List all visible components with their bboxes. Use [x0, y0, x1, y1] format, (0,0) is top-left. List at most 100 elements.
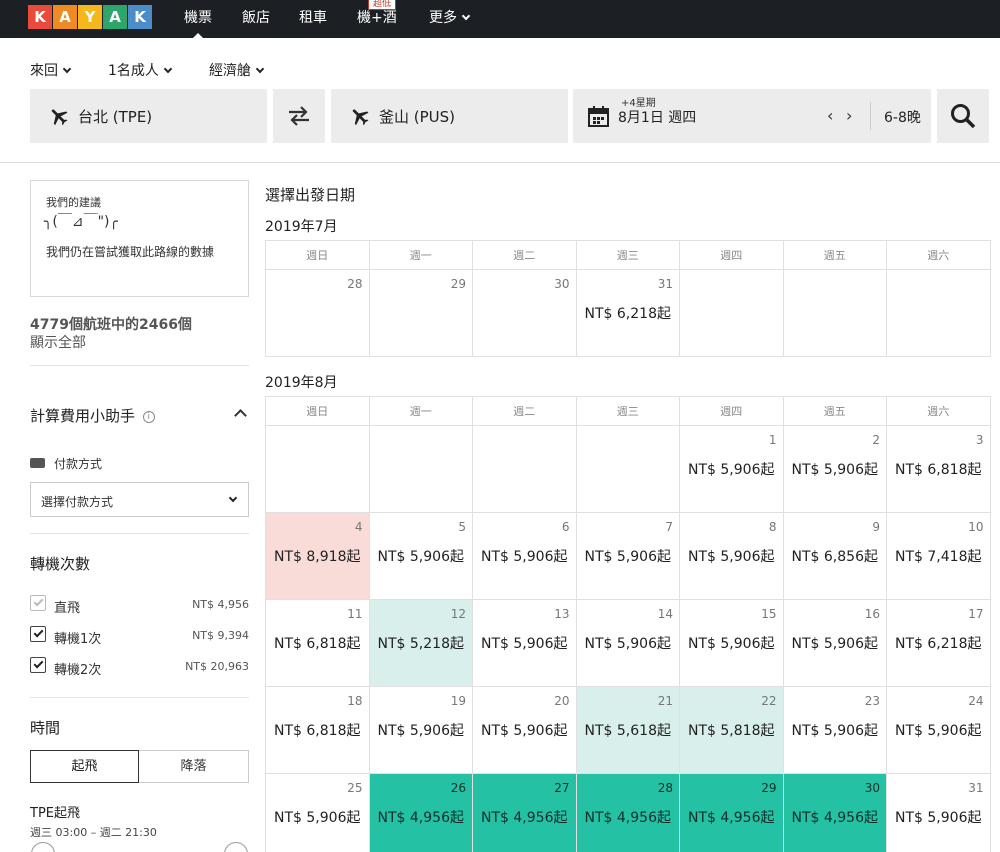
day-price: NT$ 5,906起 — [895, 723, 982, 739]
logo-letter: K — [128, 5, 152, 29]
day-price: NT$ 5,618起 — [584, 723, 671, 739]
tpe-departure-range: 週三 03:00 – 週二 21:30 — [30, 826, 157, 839]
calendar-day-cell[interactable]: 30 NT$ 4,956起 — [782, 773, 887, 852]
stop-label: 轉機2次 — [54, 663, 102, 678]
calendar-day-cell[interactable]: 19 NT$ 5,906起 — [368, 686, 473, 774]
payment-select[interactable]: 選擇付款方式 — [30, 482, 249, 517]
calendar-day-cell[interactable]: 29 — [368, 269, 473, 357]
stop-label: 直飛 — [54, 601, 81, 616]
info-icon[interactable]: i — [142, 410, 155, 423]
day-price: NT$ 6,856起 — [791, 549, 878, 565]
chevron-up-icon[interactable] — [234, 409, 247, 422]
logo-letter: A — [53, 5, 77, 29]
header-divider — [0, 162, 1000, 163]
results-count: 4779個航班中的2466個 — [30, 317, 192, 333]
trip-type-dropdown[interactable]: 來回 — [30, 60, 72, 80]
travelers-value: 1名成人 — [108, 63, 159, 79]
calendar-day-cell[interactable]: 6 NT$ 5,906起 — [472, 512, 577, 600]
day-number: 5 — [458, 520, 466, 534]
day-number: 14 — [657, 607, 673, 621]
credit-card-icon — [30, 458, 45, 468]
nav-hotels[interactable]: 飯店 — [242, 8, 270, 30]
calendar-day-cell[interactable]: 20 NT$ 5,906起 — [472, 686, 577, 774]
calendar-day-cell[interactable]: 22 NT$ 5,818起 — [679, 686, 784, 774]
calendar-day-cell[interactable]: 28 — [265, 269, 370, 357]
chevron-down-icon — [461, 11, 471, 21]
search-button[interactable] — [937, 89, 989, 143]
trip-type-value: 來回 — [30, 63, 58, 79]
stop-checkbox-2stops[interactable] — [30, 657, 46, 673]
weekday-header: 週日 — [265, 240, 370, 270]
day-number: 31 — [657, 277, 673, 291]
destination-field[interactable]: 釜山 (PUS) — [331, 89, 568, 143]
top-nav: K A Y A K 機票 飯店 租車 超低 機+酒 更多 — [0, 0, 1000, 40]
date-value: 8月1日 週四 — [618, 110, 697, 126]
calendar-day-cell[interactable]: 13 NT$ 5,906起 — [472, 599, 577, 687]
suggestion-face: ╮(￣⊿￣")╭ — [44, 214, 118, 230]
day-number: 29 — [761, 781, 777, 795]
cabin-dropdown[interactable]: 經濟艙 — [209, 60, 265, 80]
calendar-day-cell[interactable]: 12 NT$ 5,218起 — [368, 599, 473, 687]
date-field[interactable]: +4星期 8月1日 週四 ‹ › 6-8晚 — [573, 89, 931, 143]
calendar-day-cell[interactable]: 24 NT$ 5,906起 — [886, 686, 991, 774]
calendar-day-cell[interactable]: 10 NT$ 7,418起 — [886, 512, 991, 600]
nav-flights[interactable]: 機票 — [184, 8, 212, 40]
date-divider — [870, 102, 871, 130]
calendar-day-cell[interactable]: 17 NT$ 6,218起 — [886, 599, 991, 687]
calendar-day-cell[interactable]: 18 NT$ 6,818起 — [265, 686, 370, 774]
calendar-day-cell[interactable]: 3 NT$ 6,818起 — [886, 425, 991, 513]
calendar-day-cell[interactable]: 1 NT$ 5,906起 — [679, 425, 784, 513]
day-price: NT$ 5,906起 — [688, 549, 775, 565]
nights-value[interactable]: 6-8晚 — [884, 107, 921, 127]
nav-cars[interactable]: 租車 — [299, 8, 327, 30]
origin-field[interactable]: 台北 (TPE) — [30, 89, 267, 143]
calendar-day-cell[interactable]: 14 NT$ 5,906起 — [575, 599, 680, 687]
calendar-day-cell — [575, 425, 680, 513]
calendar-day-cell[interactable]: 11 NT$ 6,818起 — [265, 599, 370, 687]
stop-checkbox-1stop[interactable] — [30, 626, 46, 642]
calendar-day-cell[interactable]: 29 NT$ 4,956起 — [679, 773, 784, 852]
day-number: 3 — [975, 433, 984, 447]
travelers-dropdown[interactable]: 1名成人 — [108, 60, 173, 80]
calendar-day-cell[interactable]: 31 NT$ 6,218起 — [575, 269, 680, 357]
calendar-day-cell[interactable]: 21 NT$ 5,618起 — [575, 686, 680, 774]
day-number: 21 — [657, 694, 673, 708]
calendar-day-cell[interactable]: 28 NT$ 4,956起 — [575, 773, 680, 852]
calendar-day-cell[interactable]: 2 NT$ 5,906起 — [782, 425, 887, 513]
stop-checkbox-nonstop[interactable] — [30, 595, 46, 611]
sidebar-divider — [30, 533, 249, 534]
calendar-day-cell[interactable]: 7 NT$ 5,906起 — [575, 512, 680, 600]
kayak-logo[interactable]: K A Y A K — [28, 5, 153, 29]
range-slider-end-handle[interactable] — [224, 842, 248, 852]
next-date-chevron-icon[interactable]: › — [846, 106, 852, 125]
calendar-day-cell[interactable]: 15 NT$ 5,906起 — [679, 599, 784, 687]
tab-arrival[interactable]: 降落 — [139, 750, 249, 783]
calendar-day-cell[interactable]: 25 NT$ 5,906起 — [265, 773, 370, 852]
chevron-down-icon — [163, 64, 173, 74]
calendar-day-cell[interactable]: 5 NT$ 5,906起 — [368, 512, 473, 600]
destination-value: 釜山 (PUS) — [379, 107, 456, 126]
calendar-day-cell[interactable]: 27 NT$ 4,956起 — [472, 773, 577, 852]
calendar-day-cell[interactable]: 23 NT$ 5,906起 — [782, 686, 887, 774]
calendar-day-cell[interactable]: 31 NT$ 5,906起 — [886, 773, 991, 852]
range-slider-start-handle[interactable] — [31, 842, 55, 852]
calendar-month-august: 週日 週一 週二 週三 週四 週五 週六 1 NT$ 5,906起 2 NT$ 5,906起 3 NT$… — [265, 396, 991, 852]
calendar-day-cell[interactable]: 9 NT$ 6,856起 — [782, 512, 887, 600]
tab-departure[interactable]: 起飛 — [30, 750, 139, 783]
swap-button[interactable] — [273, 89, 325, 143]
calendar-day-cell[interactable]: 30 — [472, 269, 577, 357]
calendar-day-cell[interactable]: 4 NT$ 8,918起 — [265, 512, 370, 600]
day-number: 18 — [347, 694, 363, 708]
calendar-day-cell[interactable]: 26 NT$ 4,956起 — [368, 773, 473, 852]
calendar-week-row: 25 NT$ 5,906起 26 NT$ 4,956起 27 NT$ 4,956起 28 NT… — [265, 773, 991, 852]
nav-more[interactable]: 更多 — [429, 8, 471, 30]
calendar-day-cell[interactable]: 16 NT$ 5,906起 — [782, 599, 887, 687]
nav-packages[interactable]: 機+酒 — [357, 8, 397, 30]
show-all-link[interactable]: 顯示全部 — [30, 332, 86, 352]
day-price: NT$ 4,956起 — [377, 810, 464, 826]
prev-date-chevron-icon[interactable]: ‹ — [827, 106, 833, 125]
day-number: 4 — [354, 520, 363, 534]
day-price: NT$ 5,906起 — [688, 462, 775, 478]
calendar-day-cell[interactable]: 8 NT$ 5,906起 — [679, 512, 784, 600]
logo-letter: Y — [78, 5, 102, 29]
